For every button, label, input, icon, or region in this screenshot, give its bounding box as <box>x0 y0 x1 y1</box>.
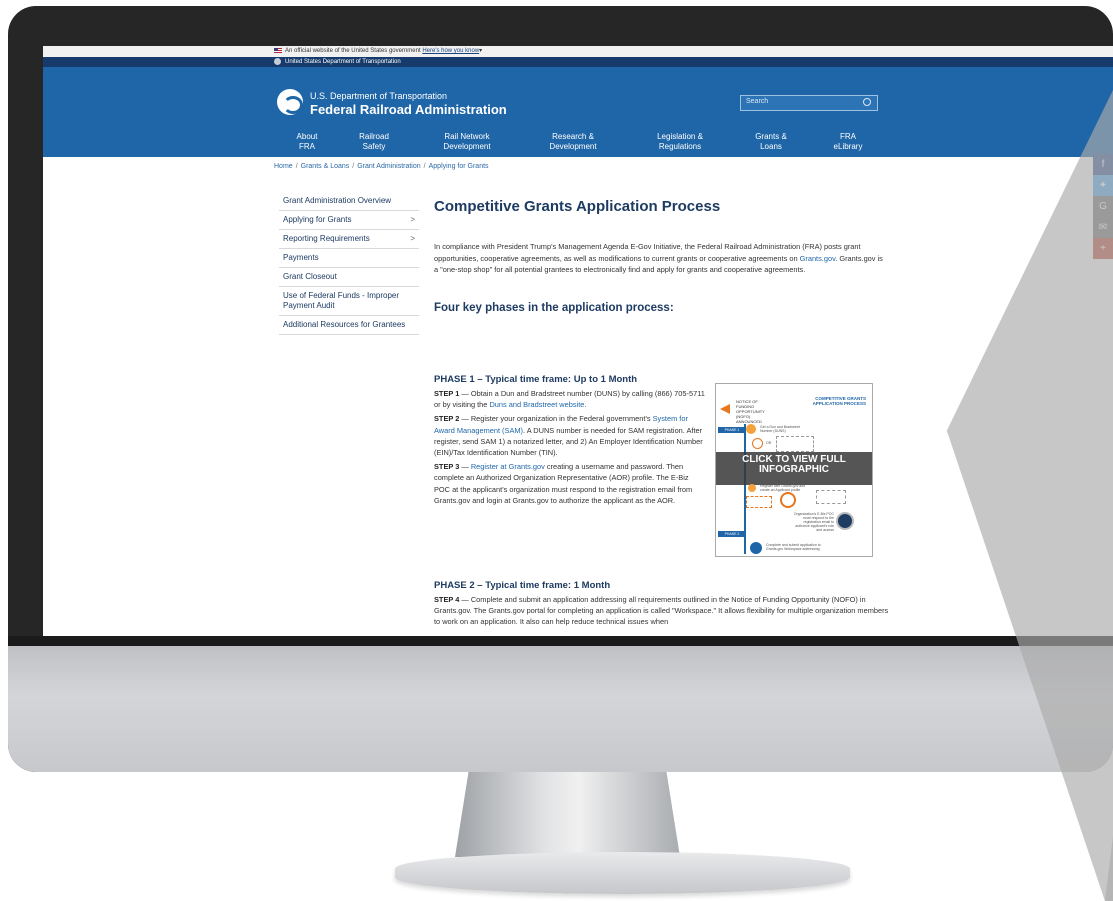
sidebar-item-reporting[interactable]: Reporting Requirements > <box>279 230 419 249</box>
us-flag-icon <box>274 47 282 53</box>
sidebar-item-federal-funds[interactable]: Use of Federal Funds - Improper Payment … <box>279 287 419 316</box>
facebook-icon[interactable]: f <box>1093 154 1113 175</box>
step1-text: STEP 1 — Obtain a Dun and Bradstreet num… <box>434 389 705 410</box>
breadcrumb-grants[interactable]: Grants & Loans <box>301 163 350 170</box>
nav-item-research[interactable]: Research & Development <box>549 132 596 152</box>
sidebar-item-resources[interactable]: Additional Resources for Grantees <box>279 316 419 335</box>
form-icon <box>746 496 772 508</box>
site-header: U.S. Department of Transportation Federa… <box>43 67 1113 157</box>
user-icon <box>780 492 796 508</box>
registration-box <box>816 490 846 504</box>
nav-item-railroad-safety[interactable]: Railroad Safety <box>359 132 389 152</box>
monitor-base <box>395 852 850 894</box>
chevron-right-icon: > <box>410 234 415 243</box>
monitor-chin <box>8 646 1113 772</box>
breadcrumb: Home / Grants & Loans / Grant Administration… <box>274 163 489 170</box>
megaphone-icon <box>720 404 730 414</box>
infographic-overlay[interactable]: CLICK TO VIEW FULL INFOGRAPHIC <box>716 452 872 485</box>
gov-banner-text: An official website of the United States… <box>285 48 421 54</box>
phase-badge: PHASE 2 <box>718 531 746 537</box>
nav-item-rail-network[interactable]: Rail Network Development <box>443 132 490 152</box>
browser-screen: An official website of the United States… <box>43 46 1113 640</box>
page-title: Competitive Grants Application Process <box>434 198 721 215</box>
sidebar-item-applying[interactable]: Applying for Grants > <box>279 211 419 230</box>
infographic-thumbnail[interactable]: NOTICE OF FUNDING OPPORTUNITY (NOFO) ANN… <box>715 383 873 557</box>
dot-logo-icon[interactable] <box>277 89 303 115</box>
intro-paragraph: In compliance with President Trump's Man… <box>434 242 883 274</box>
infographic-note: NOTICE OF FUNDING OPPORTUNITY (NOFO) ANN… <box>736 399 765 424</box>
step-circle-icon <box>750 542 762 554</box>
monitor-stand <box>455 772 680 857</box>
main-nav: About FRA Railroad Safety Rail Network Deve… <box>43 132 1113 154</box>
agency-top[interactable]: U.S. Department of Transportation <box>310 91 447 101</box>
sidebar-item-payments[interactable]: Payments <box>279 249 419 268</box>
sidebar-item-closeout[interactable]: Grant Closeout <box>279 268 419 287</box>
phase-badge: PHASE 1 <box>718 427 746 433</box>
step2-text: STEP 2 — Register your organization in t… <box>434 414 703 458</box>
infographic-step1: Get a Dun and Bradstreet Number (DUNS) <box>760 425 800 433</box>
chevron-right-icon: > <box>410 215 415 224</box>
grants-gov-link[interactable]: Grants.gov <box>800 254 836 263</box>
email-icon[interactable]: ✉ <box>1093 217 1113 238</box>
infographic-step2: Register with Grants.gov and create an A… <box>760 484 806 492</box>
monitor-frame: An official website of the United States… <box>8 6 1113 772</box>
search-placeholder: Search <box>746 98 769 105</box>
google-icon[interactable]: G <box>1093 196 1113 217</box>
infographic-step3: Organization's E-Biz POC must respond to… <box>793 512 834 532</box>
nav-item-grants[interactable]: Grants & Loans <box>755 132 787 152</box>
infographic-or: OR <box>766 441 772 445</box>
computer-icon <box>776 436 814 452</box>
phone-icon <box>752 438 763 449</box>
gov-banner-link[interactable]: Here's how you know <box>422 48 479 54</box>
step3-text: STEP 3 — Register at Grants.gov creating… <box>434 462 693 505</box>
main-content: Competitive Grants Application Process I… <box>434 191 894 314</box>
gov-banner: An official website of the United States… <box>43 46 1113 57</box>
dot-bar: United States Department of Transportati… <box>43 57 1113 67</box>
phase2-section: PHASE 2 – Typical time frame: 1 Month ST… <box>434 580 894 628</box>
twitter-icon[interactable]: ✦ <box>1093 175 1113 196</box>
phases-heading: Four key phases in the application proce… <box>434 301 674 314</box>
nav-item-elibrary[interactable]: FRA eLibrary <box>834 132 863 152</box>
nav-item-legislation[interactable]: Legislation & Regulations <box>657 132 703 152</box>
phase1-section: PHASE 1 – Typical time frame: Up to 1 Mo… <box>434 374 706 506</box>
infographic-title: COMPETITIVE GRANTS APPLICATION PROCESS <box>812 396 866 406</box>
phase1-heading: PHASE 1 – Typical time frame: Up to 1 Mo… <box>434 374 638 385</box>
sidebar-nav: Grant Administration Overview Applying f… <box>279 192 419 335</box>
sidebar-item-overview[interactable]: Grant Administration Overview <box>279 192 419 211</box>
search-input[interactable]: Search <box>740 95 878 111</box>
chevron-down-icon: ▾ <box>479 48 483 54</box>
agency-name[interactable]: Federal Railroad Administration <box>310 102 507 117</box>
badge-icon <box>836 512 854 530</box>
duns-link[interactable]: Duns and Bradstreet website <box>489 400 584 409</box>
search-icon[interactable] <box>863 98 871 106</box>
step4-text: STEP 4 — Complete and submit an applicat… <box>434 595 889 627</box>
register-grants-link[interactable]: Register at Grants.gov <box>471 462 545 471</box>
plus-icon[interactable]: + <box>1093 238 1113 259</box>
breadcrumb-grant-admin[interactable]: Grant Administration <box>357 163 420 170</box>
dot-bar-text: United States Department of Transportati… <box>285 59 401 65</box>
breadcrumb-current[interactable]: Applying for Grants <box>429 163 489 170</box>
step-circle-icon <box>746 424 756 434</box>
step-circle-icon <box>748 484 756 492</box>
dot-seal-icon <box>274 57 281 65</box>
infographic-step4: Complete and submit application to Grant… <box>766 543 821 551</box>
nav-item-about[interactable]: About FRA <box>297 132 318 152</box>
phase2-heading: PHASE 2 – Typical time frame: 1 Month <box>434 580 611 591</box>
breadcrumb-home[interactable]: Home <box>274 163 293 170</box>
